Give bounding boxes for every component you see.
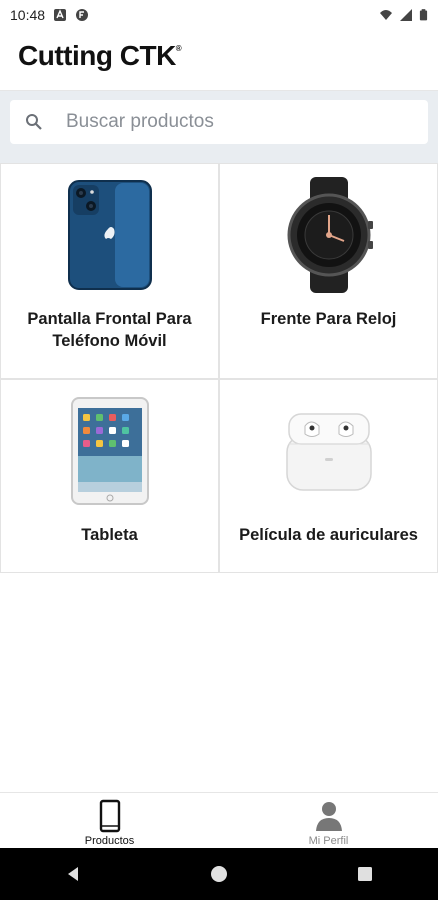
nav-profile[interactable]: Mi Perfil bbox=[219, 793, 438, 849]
wifi-icon bbox=[380, 10, 392, 20]
system-navigation-bar bbox=[0, 848, 438, 900]
person-icon bbox=[315, 802, 342, 831]
recents-icon[interactable] bbox=[356, 865, 374, 883]
phone-outline-icon bbox=[99, 799, 120, 833]
search-area bbox=[0, 91, 438, 163]
tablet-image bbox=[50, 392, 170, 510]
nav-profile-label: Mi Perfil bbox=[308, 835, 349, 847]
product-label: Tableta bbox=[81, 526, 138, 544]
search-icon bbox=[26, 114, 42, 130]
bottom-navigation: Productos Mi Perfil bbox=[0, 792, 438, 849]
product-grid: Pantalla Frontal Para Teléfono Móvil Fre… bbox=[0, 163, 438, 573]
search-input[interactable] bbox=[64, 110, 408, 134]
product-label: Pantalla Frontal Para Teléfono Móvil bbox=[27, 310, 192, 350]
status-bar: 10:48 bbox=[0, 0, 438, 30]
notification-a-icon bbox=[54, 9, 67, 21]
product-card-earbuds[interactable]: Película de auriculares bbox=[219, 379, 438, 573]
nav-products[interactable]: Productos bbox=[0, 793, 219, 849]
nav-products-label: Productos bbox=[84, 835, 135, 847]
brand-mark: ® bbox=[175, 44, 182, 53]
earbuds-case-image bbox=[269, 392, 389, 510]
cell-signal-icon bbox=[400, 9, 412, 21]
notification-app-icon bbox=[76, 9, 89, 21]
brand-logo: Cutting CTK® bbox=[18, 40, 182, 72]
app-header: Cutting CTK® bbox=[0, 30, 438, 91]
product-label: Frente Para Reloj bbox=[260, 310, 397, 328]
product-label: Película de auriculares bbox=[239, 526, 418, 544]
status-time: 10:48 bbox=[10, 7, 46, 23]
product-card-watch[interactable]: Frente Para Reloj bbox=[219, 163, 438, 379]
smartwatch-image bbox=[269, 176, 389, 294]
back-icon[interactable] bbox=[64, 865, 82, 883]
home-icon[interactable] bbox=[210, 865, 228, 883]
brand-name: Cutting CTK bbox=[18, 40, 176, 71]
product-card-tablet[interactable]: Tableta bbox=[0, 379, 219, 573]
battery-icon bbox=[419, 9, 428, 21]
search-bar[interactable] bbox=[10, 100, 428, 144]
product-card-phone[interactable]: Pantalla Frontal Para Teléfono Móvil bbox=[0, 163, 219, 379]
smartphone-image bbox=[50, 176, 170, 294]
